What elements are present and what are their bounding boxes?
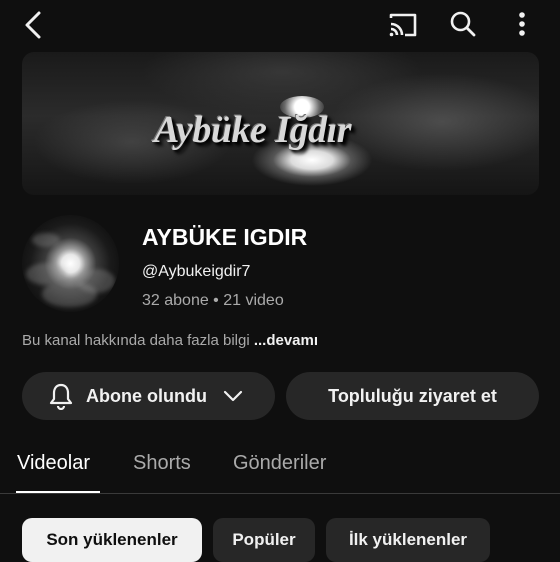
tab-videolar[interactable]: Videolar: [17, 452, 90, 475]
filter-chip-popular[interactable]: Popüler: [213, 518, 315, 562]
subscribed-button[interactable]: Abone olundu: [22, 372, 275, 420]
chevron-down-icon: [223, 390, 243, 402]
back-arrow-icon: [25, 11, 41, 39]
tab-gonderiler[interactable]: Gönderiler: [233, 452, 326, 475]
more-options-button[interactable]: [505, 4, 539, 44]
channel-name: AYBÜKE IGDIR: [142, 224, 308, 250]
filter-chip-oldest[interactable]: İlk yüklenenler: [326, 518, 490, 562]
channel-handle: @Aybukeigdir7: [142, 263, 251, 280]
bell-icon: [49, 383, 73, 410]
channel-banner: Aybüke Iğdır: [22, 52, 539, 195]
visit-community-label: Topluluğu ziyaret et: [328, 385, 497, 406]
cast-icon: [389, 13, 417, 37]
channel-stats: 32 abone • 21 video: [142, 292, 284, 309]
more-vertical-icon: [519, 12, 525, 36]
search-icon: [450, 11, 476, 37]
tab-shorts[interactable]: Shorts: [133, 452, 191, 475]
channel-about[interactable]: Bu kanal hakkında daha fazla bilgi ...de…: [22, 332, 318, 349]
about-text: Bu kanal hakkında daha fazla bilgi: [22, 332, 254, 349]
cast-button[interactable]: [383, 5, 423, 45]
banner-title: Aybüke Iğdır: [154, 109, 352, 151]
visit-community-button[interactable]: Topluluğu ziyaret et: [286, 372, 539, 420]
avatar[interactable]: [22, 215, 119, 312]
subscribed-label: Abone olundu: [86, 385, 207, 406]
about-more-link[interactable]: ...devamı: [254, 332, 318, 349]
search-button[interactable]: [443, 4, 483, 44]
back-button[interactable]: [14, 6, 52, 44]
filter-chip-recent[interactable]: Son yüklenenler: [22, 518, 202, 562]
tabs-divider: [0, 493, 560, 494]
